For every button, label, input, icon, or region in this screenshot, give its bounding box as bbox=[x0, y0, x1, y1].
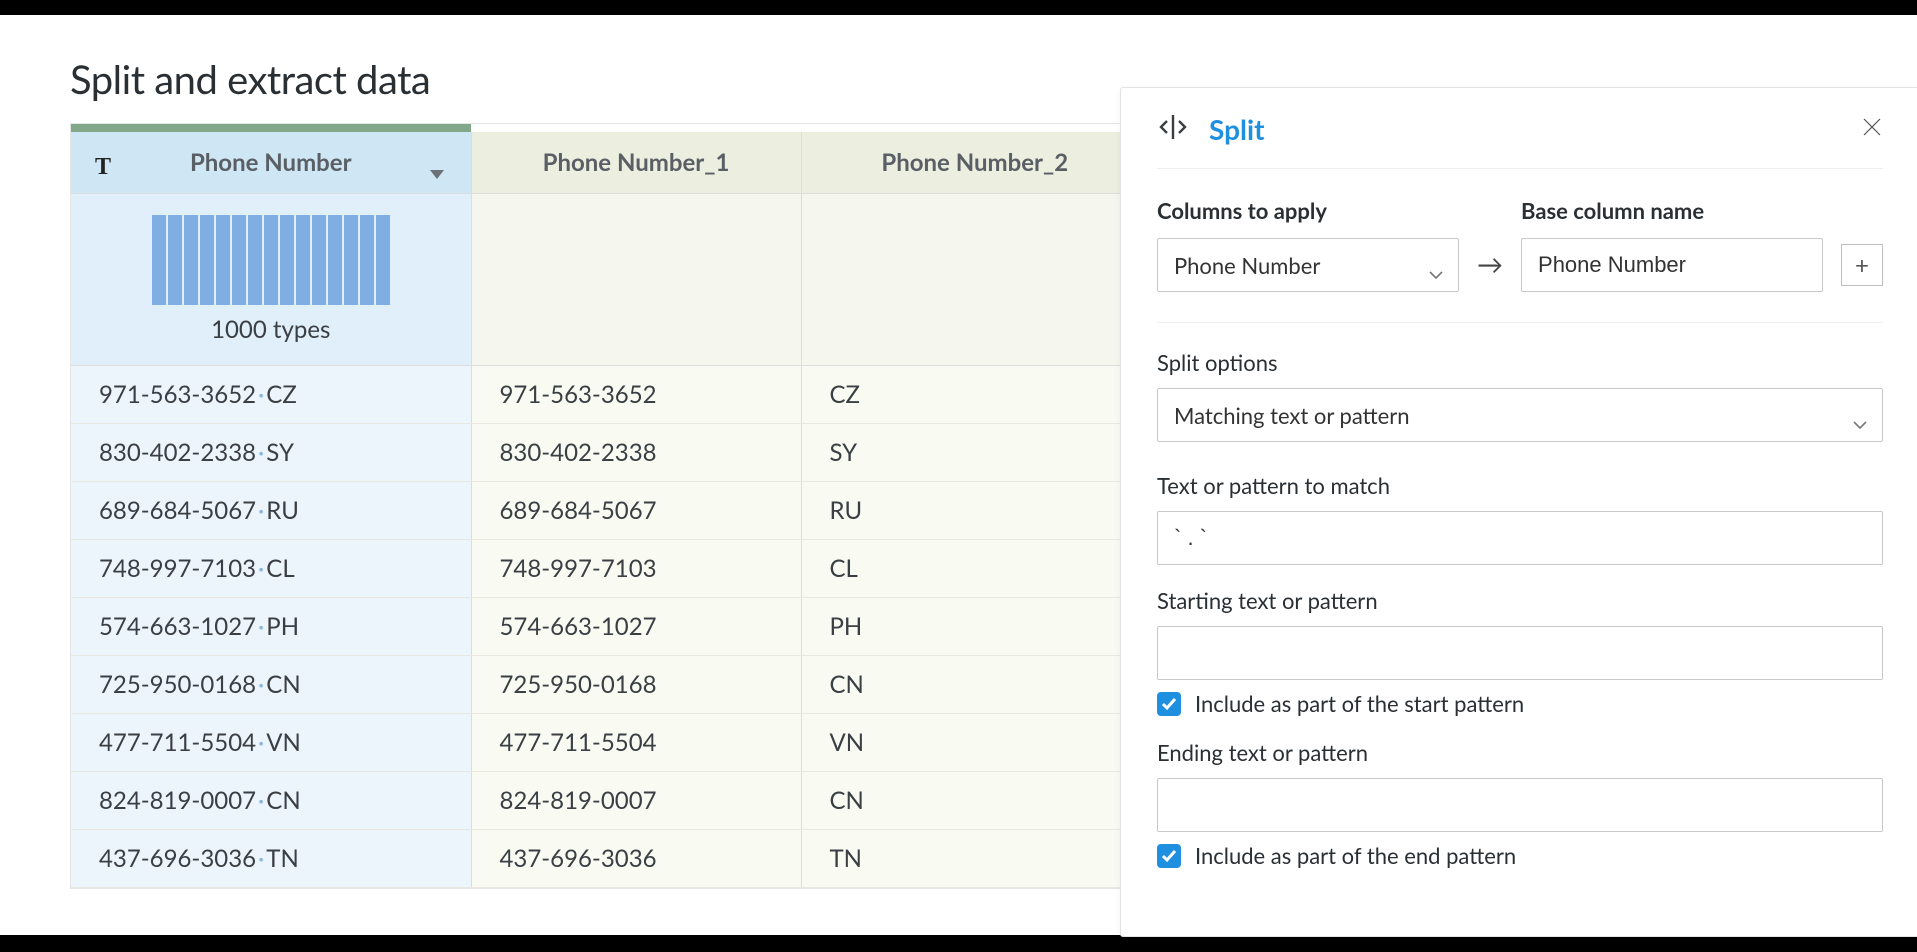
cell-phone-1: 748-997-7103 bbox=[471, 540, 801, 598]
cell-phone-1: 830-402-2338 bbox=[471, 424, 801, 482]
cell-phone-2: TN bbox=[801, 830, 1149, 888]
start-pattern-input[interactable] bbox=[1157, 626, 1883, 680]
table-row[interactable]: 477-711-5504·VN477-711-5504VN bbox=[71, 714, 1149, 772]
cell-phone-2: CL bbox=[801, 540, 1149, 598]
end-pattern-label: Ending text or pattern bbox=[1157, 739, 1883, 766]
include-end-checkbox[interactable] bbox=[1157, 844, 1181, 868]
cell-phone-raw: 689-684-5067·RU bbox=[71, 482, 471, 540]
cell-phone-raw: 477-711-5504·VN bbox=[71, 714, 471, 772]
columns-to-apply-value: Phone Number bbox=[1174, 252, 1320, 279]
cell-phone-raw: 437-696-3036·TN bbox=[71, 830, 471, 888]
cell-phone-1: 824-819-0007 bbox=[471, 772, 801, 830]
cell-phone-1: 437-696-3036 bbox=[471, 830, 801, 888]
cell-phone-1: 971-563-3652 bbox=[471, 366, 801, 424]
cell-phone-2: PH bbox=[801, 598, 1149, 656]
column-header-label: Phone Number_1 bbox=[492, 148, 781, 177]
table-row[interactable]: 574-663-1027·PH574-663-1027PH bbox=[71, 598, 1149, 656]
types-count-label: 1000 types bbox=[71, 315, 471, 344]
table-row[interactable]: 748-997-7103·CL748-997-7103CL bbox=[71, 540, 1149, 598]
end-pattern-input[interactable] bbox=[1157, 778, 1883, 832]
column-header-label: Phone Number_2 bbox=[822, 148, 1129, 177]
split-icon bbox=[1157, 113, 1189, 145]
table-row[interactable]: 437-696-3036·TN437-696-3036TN bbox=[71, 830, 1149, 888]
cell-phone-2: RU bbox=[801, 482, 1149, 540]
chevron-down-icon[interactable] bbox=[427, 158, 447, 187]
table-row[interactable]: 971-563-3652·CZ971-563-3652CZ bbox=[71, 366, 1149, 424]
cell-phone-2: VN bbox=[801, 714, 1149, 772]
arrow-right-icon: → bbox=[1477, 248, 1503, 292]
chevron-down-icon bbox=[1428, 259, 1444, 286]
histogram bbox=[71, 215, 471, 305]
table-row[interactable]: 830-402-2338·SY830-402-2338SY bbox=[71, 424, 1149, 482]
columns-to-apply-label: Columns to apply bbox=[1157, 197, 1459, 224]
cell-phone-raw: 824-819-0007·CN bbox=[71, 772, 471, 830]
type-icon: T bbox=[95, 154, 111, 181]
start-pattern-label: Starting text or pattern bbox=[1157, 587, 1883, 614]
table-row[interactable]: 725-950-0168·CN725-950-0168CN bbox=[71, 656, 1149, 714]
split-options-value: Matching text or pattern bbox=[1174, 402, 1410, 429]
table-row[interactable]: 824-819-0007·CN824-819-0007CN bbox=[71, 772, 1149, 830]
include-start-checkbox[interactable] bbox=[1157, 692, 1181, 716]
cell-phone-raw: 748-997-7103·CL bbox=[71, 540, 471, 598]
cell-phone-1: 574-663-1027 bbox=[471, 598, 801, 656]
cell-phone-2: CZ bbox=[801, 366, 1149, 424]
cell-phone-2: CN bbox=[801, 772, 1149, 830]
cell-phone-1: 689-684-5067 bbox=[471, 482, 801, 540]
cell-phone-2: CN bbox=[801, 656, 1149, 714]
cell-phone-raw: 830-402-2338·SY bbox=[71, 424, 471, 482]
column-header[interactable]: Phone Number_2 bbox=[801, 132, 1149, 194]
cell-phone-raw: 574-663-1027·PH bbox=[71, 598, 471, 656]
split-options-select[interactable]: Matching text or pattern bbox=[1157, 388, 1883, 442]
cell-phone-1: 725-950-0168 bbox=[471, 656, 801, 714]
data-table: TPhone Number Phone Number_1 Phone Number_… bbox=[70, 123, 1150, 889]
add-button[interactable]: + bbox=[1841, 244, 1883, 286]
cell-phone-2: SY bbox=[801, 424, 1149, 482]
column-quality-bar bbox=[71, 124, 471, 132]
base-column-label: Base column name bbox=[1521, 197, 1823, 224]
pattern-label: Text or pattern to match bbox=[1157, 472, 1883, 499]
split-panel: Split Columns to apply Phone Number → Ba… bbox=[1120, 87, 1917, 937]
column-header[interactable]: TPhone Number bbox=[71, 132, 471, 194]
columns-to-apply-select[interactable]: Phone Number bbox=[1157, 238, 1459, 292]
column-header-label: Phone Number bbox=[91, 148, 451, 177]
split-options-label: Split options bbox=[1157, 349, 1883, 376]
cell-phone-raw: 725-950-0168·CN bbox=[71, 656, 471, 714]
column-header[interactable]: Phone Number_1 bbox=[471, 132, 801, 194]
table-row[interactable]: 689-684-5067·RU689-684-5067RU bbox=[71, 482, 1149, 540]
pattern-input[interactable] bbox=[1157, 511, 1883, 565]
panel-title: Split bbox=[1209, 112, 1264, 146]
column-profile-row: 1000 types bbox=[71, 194, 1149, 366]
cell-phone-raw: 971-563-3652·CZ bbox=[71, 366, 471, 424]
include-start-label: Include as part of the start pattern bbox=[1195, 690, 1524, 717]
base-column-input[interactable] bbox=[1521, 238, 1823, 292]
include-end-label: Include as part of the end pattern bbox=[1195, 842, 1516, 869]
cell-phone-1: 477-711-5504 bbox=[471, 714, 801, 772]
close-button[interactable] bbox=[1861, 116, 1883, 142]
chevron-down-icon bbox=[1852, 409, 1868, 436]
